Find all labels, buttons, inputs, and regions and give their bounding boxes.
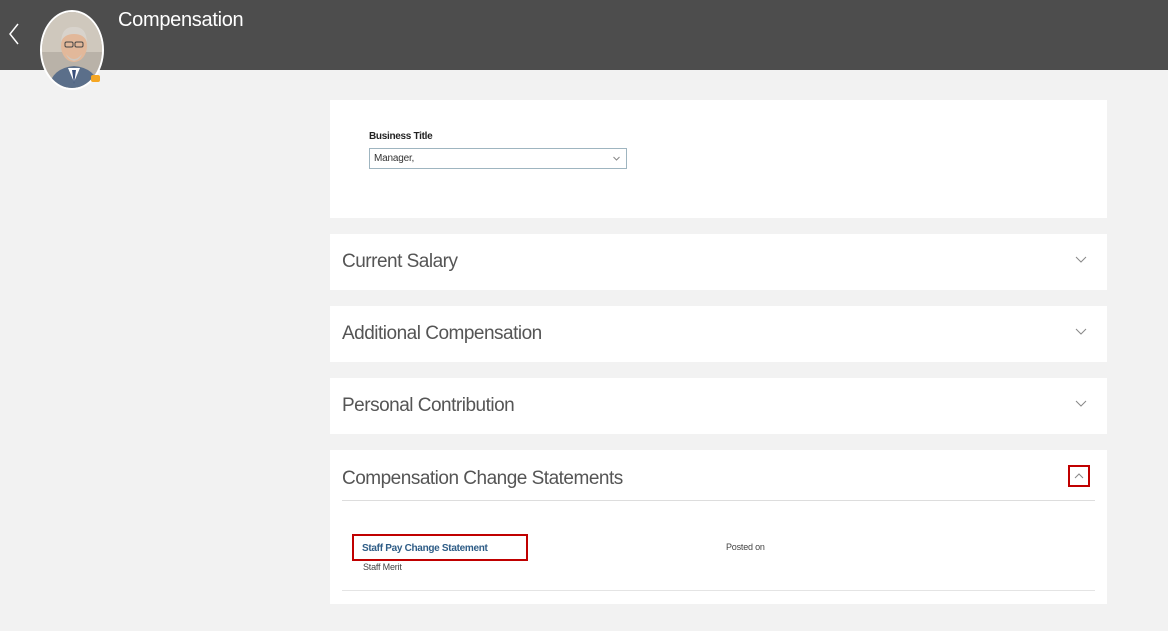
section-title: Compensation Change Statements <box>342 468 623 489</box>
chevron-down-icon[interactable] <box>1075 399 1087 409</box>
chevron-left-icon <box>9 23 19 45</box>
section-personal-contribution[interactable]: Personal Contribution <box>330 378 1107 434</box>
divider <box>342 590 1095 591</box>
chevron-up-icon <box>1074 473 1084 479</box>
section-title: Personal Contribution <box>342 395 515 416</box>
business-title-select[interactable]: Manager, <box>369 148 627 169</box>
section-compensation-change-statements: Compensation Change Statements Staff Pay… <box>330 450 1107 604</box>
chevron-down-icon[interactable] <box>1075 255 1087 265</box>
divider <box>342 500 1095 501</box>
page-title: Compensation <box>118 9 244 31</box>
statement-link[interactable]: Staff Pay Change Statement <box>362 543 488 554</box>
app-header: Compensation <box>0 0 1168 90</box>
business-title-label: Business Title <box>369 131 433 142</box>
section-current-salary[interactable]: Current Salary <box>330 234 1107 290</box>
business-title-value: Manager, <box>374 153 415 164</box>
section-title: Additional Compensation <box>342 323 542 344</box>
statement-type: Staff Merit <box>363 562 402 572</box>
chevron-down-icon[interactable] <box>1075 327 1087 337</box>
back-button[interactable] <box>4 20 24 48</box>
business-title-card: Business Title Manager, <box>330 100 1107 218</box>
chevron-down-icon <box>613 156 620 161</box>
collapse-button[interactable] <box>1068 465 1090 487</box>
section-title: Current Salary <box>342 251 458 272</box>
status-badge <box>91 75 100 82</box>
section-additional-compensation[interactable]: Additional Compensation <box>330 306 1107 362</box>
posted-on-label: Posted on <box>726 542 765 552</box>
